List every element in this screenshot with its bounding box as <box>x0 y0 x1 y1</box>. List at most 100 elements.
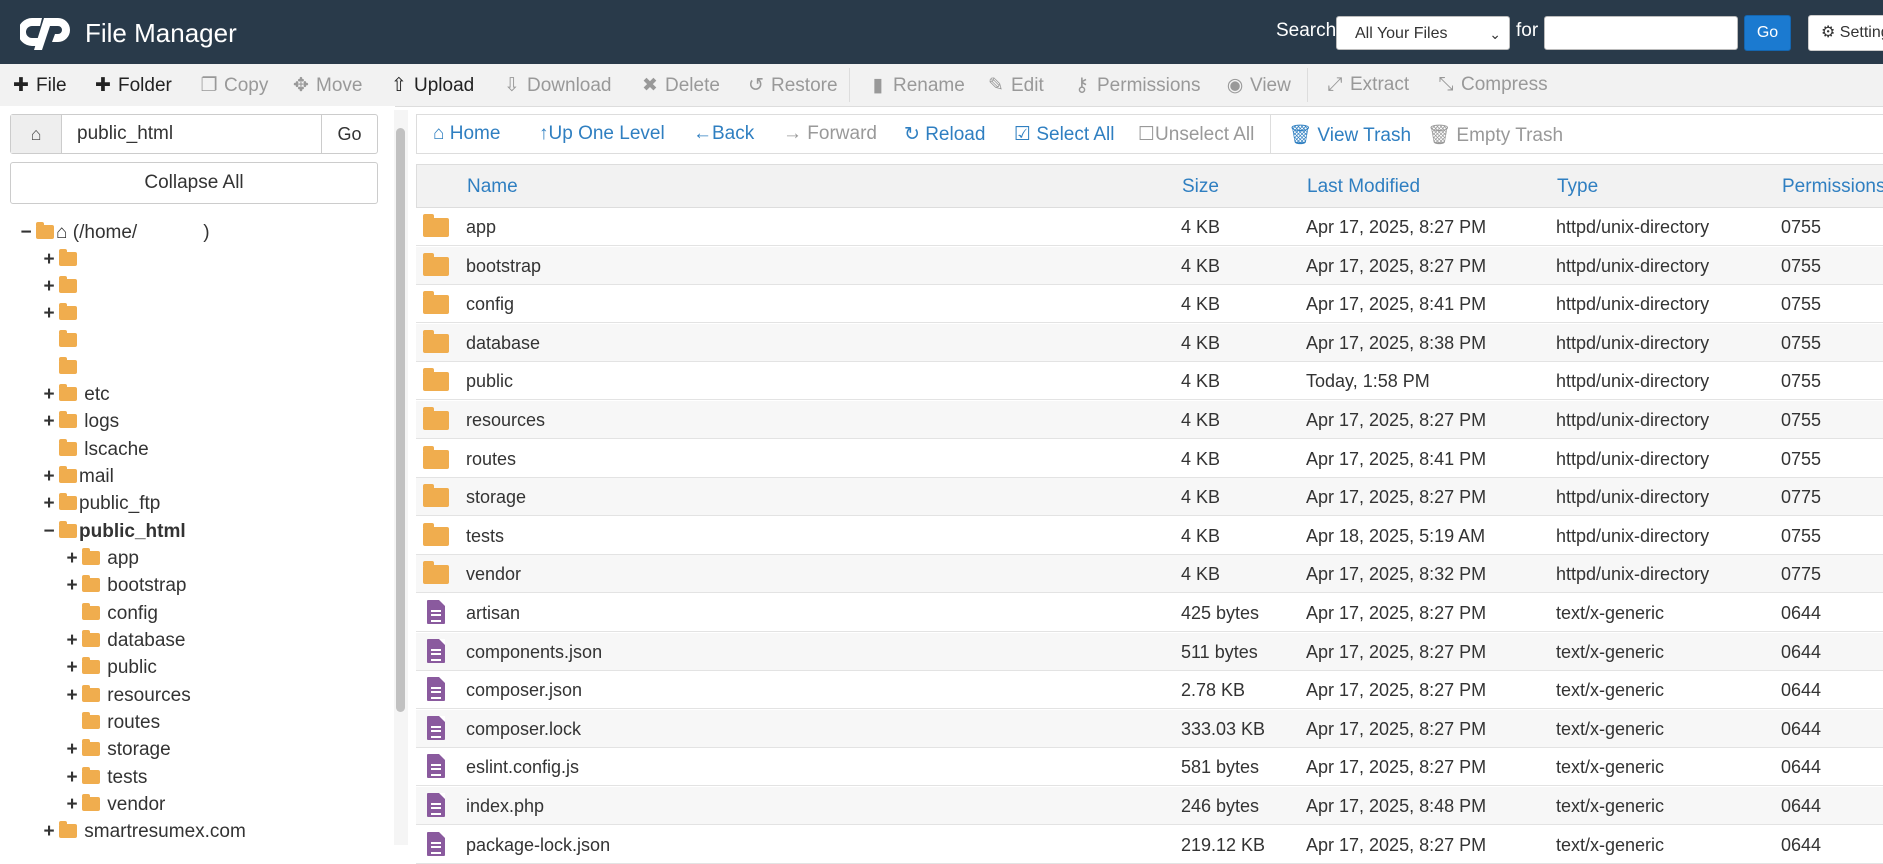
collapse-toggle-icon[interactable]: − <box>18 220 34 246</box>
table-row[interactable]: eslint.config.js 581 bytes Apr 17, 2025, 8… <box>416 748 1883 787</box>
back-button[interactable]: ←Back <box>693 123 754 145</box>
expand-toggle-icon[interactable]: + <box>41 409 57 435</box>
path-input[interactable]: public_html <box>77 123 173 145</box>
view-trash-button[interactable]: 🗑 View Trash <box>1288 123 1411 147</box>
expand-toggle-icon[interactable]: + <box>64 792 80 818</box>
permissions-button[interactable]: ⚷ Permissions <box>1073 74 1200 97</box>
sidebar-scroll-thumb[interactable] <box>396 128 405 712</box>
select-all-button[interactable]: ☑ Select All <box>1014 123 1114 146</box>
tree-item-hidden[interactable]: + <box>41 301 79 327</box>
tree-item-routes[interactable]: routes <box>80 710 160 736</box>
expand-toggle-icon[interactable]: + <box>41 819 57 845</box>
cell-name[interactable]: resources <box>466 410 545 431</box>
collapse-toggle-icon[interactable]: − <box>41 519 57 545</box>
cell-name[interactable]: package-lock.json <box>466 835 610 856</box>
tree-item-storage[interactable]: + storage <box>64 737 171 763</box>
move-button[interactable]: ✥ Move <box>292 74 362 97</box>
tree-item-database[interactable]: + database <box>64 628 185 654</box>
table-row[interactable]: vendor 4 KB Apr 17, 2025, 8:32 PM httpd/uni… <box>416 555 1883 594</box>
home-button[interactable]: ⌂ Home <box>433 123 500 145</box>
cell-name[interactable]: eslint.config.js <box>466 757 579 778</box>
table-row[interactable]: storage 4 KB Apr 17, 2025, 8:27 PM httpd/un… <box>416 478 1883 517</box>
cell-name[interactable]: index.php <box>466 796 544 817</box>
table-row[interactable]: artisan 425 bytes Apr 17, 2025, 8:27 PM tex… <box>416 594 1883 632</box>
upload-button[interactable]: ⇧ Upload <box>390 74 474 97</box>
expand-toggle-icon[interactable]: + <box>41 301 57 327</box>
table-row[interactable]: bootstrap 4 KB Apr 17, 2025, 8:27 PM httpd/… <box>416 246 1883 285</box>
expand-toggle-icon[interactable]: + <box>41 247 57 273</box>
table-row[interactable]: tests 4 KB Apr 18, 2025, 5:19 AM httpd/unix… <box>416 517 1883 555</box>
download-button[interactable]: ⇩ Download <box>503 74 611 97</box>
new-file-button[interactable]: ✚ File <box>12 74 67 97</box>
tree-item-smartresumex[interactable]: + smartresumex.com <box>41 819 246 845</box>
path-go-button[interactable]: Go <box>321 115 377 153</box>
column-header-permissions[interactable]: Permissions <box>1782 176 1883 198</box>
tree-item-lscache[interactable]: lscache <box>57 437 149 463</box>
tree-item-public-html[interactable]: − public_html <box>41 519 186 545</box>
tree-item-etc[interactable]: + etc <box>41 382 110 408</box>
extract-button[interactable]: ⤢ Extract <box>1326 74 1409 96</box>
table-row[interactable]: components.json 511 bytes Apr 17, 2025, 8:… <box>416 632 1883 671</box>
cell-name[interactable]: public <box>466 371 513 392</box>
cell-name[interactable]: app <box>466 217 496 238</box>
cell-name[interactable]: composer.lock <box>466 719 581 740</box>
tree-item-public[interactable]: + public <box>64 655 157 681</box>
tree-item-config[interactable]: config <box>80 601 158 627</box>
tree-root[interactable]: − ⌂ (/home/) <box>18 220 210 246</box>
edit-button[interactable]: ✎ Edit <box>987 74 1044 97</box>
expand-toggle-icon[interactable]: + <box>64 683 80 709</box>
rename-button[interactable]: ▮ Rename <box>869 74 965 97</box>
table-row[interactable]: public 4 KB Today, 1:58 PM httpd/unix-direc… <box>416 362 1883 401</box>
column-header-type[interactable]: Type <box>1557 176 1598 198</box>
reload-button[interactable]: ↻ Reload <box>904 123 985 146</box>
column-header-last-modified[interactable]: Last Modified <box>1307 176 1420 198</box>
cell-name[interactable]: routes <box>466 449 516 470</box>
tree-item-logs[interactable]: + logs <box>41 409 119 435</box>
tree-item-app[interactable]: + app <box>64 546 139 572</box>
settings-button[interactable]: ⚙ Settings <box>1808 15 1883 51</box>
expand-toggle-icon[interactable]: + <box>64 573 80 599</box>
cell-name[interactable]: bootstrap <box>466 256 541 277</box>
table-row[interactable]: package-lock.json 219.12 KB Apr 17, 2025, … <box>416 826 1883 864</box>
cell-name[interactable]: tests <box>466 526 504 547</box>
table-row[interactable]: app 4 KB Apr 17, 2025, 8:27 PM httpd/unix-d… <box>416 208 1883 246</box>
cell-name[interactable]: vendor <box>466 564 521 585</box>
table-row[interactable]: config 4 KB Apr 17, 2025, 8:41 PM httpd/uni… <box>416 285 1883 324</box>
tree-item-hidden[interactable] <box>57 355 79 381</box>
tree-item-vendor[interactable]: + vendor <box>64 792 165 818</box>
table-row[interactable]: resources 4 KB Apr 17, 2025, 8:27 PM httpd/… <box>416 401 1883 439</box>
expand-toggle-icon[interactable]: + <box>41 274 57 300</box>
table-row[interactable]: index.php 246 bytes Apr 17, 2025, 8:48 PM t… <box>416 787 1883 825</box>
cell-name[interactable]: config <box>466 294 514 315</box>
search-scope-select[interactable]: All Your Files ⌄ <box>1336 16 1510 50</box>
cell-name[interactable]: components.json <box>466 642 602 663</box>
copy-button[interactable]: ❐ Copy <box>200 74 268 97</box>
table-row[interactable]: routes 4 KB Apr 17, 2025, 8:41 PM httpd/uni… <box>416 440 1883 478</box>
tree-item-hidden[interactable] <box>57 328 79 354</box>
search-input[interactable] <box>1544 16 1738 50</box>
up-one-level-button[interactable]: ↑Up One Level <box>539 123 665 145</box>
expand-toggle-icon[interactable]: + <box>64 765 80 791</box>
search-go-button[interactable]: Go <box>1744 15 1791 51</box>
cell-name[interactable]: composer.json <box>466 680 582 701</box>
view-button[interactable]: ◉ View <box>1226 74 1291 97</box>
table-row[interactable]: database 4 KB Apr 17, 2025, 8:38 PM httpd/u… <box>416 323 1883 362</box>
new-folder-button[interactable]: ✚ Folder <box>94 74 172 97</box>
unselect-all-button[interactable]: ☐Unselect All <box>1138 123 1254 146</box>
column-header-name[interactable]: Name <box>467 176 518 198</box>
restore-button[interactable]: ↺ Restore <box>747 74 838 97</box>
empty-trash-button[interactable]: 🗑 Empty Trash <box>1427 123 1563 147</box>
expand-toggle-icon[interactable]: + <box>41 382 57 408</box>
expand-toggle-icon[interactable]: + <box>64 655 80 681</box>
tree-item-tests[interactable]: + tests <box>64 765 147 791</box>
tree-item-hidden[interactable]: + <box>41 247 79 273</box>
forward-button[interactable]: → Forward <box>783 123 877 145</box>
tree-item-mail[interactable]: + mail <box>41 464 114 490</box>
home-icon[interactable]: ⌂ <box>11 115 62 153</box>
cell-name[interactable]: storage <box>466 487 526 508</box>
compress-button[interactable]: ⤡ Compress <box>1437 74 1547 96</box>
expand-toggle-icon[interactable]: + <box>41 464 57 490</box>
column-header-size[interactable]: Size <box>1182 176 1219 198</box>
expand-toggle-icon[interactable]: + <box>41 491 57 517</box>
collapse-all-button[interactable]: Collapse All <box>10 162 378 204</box>
